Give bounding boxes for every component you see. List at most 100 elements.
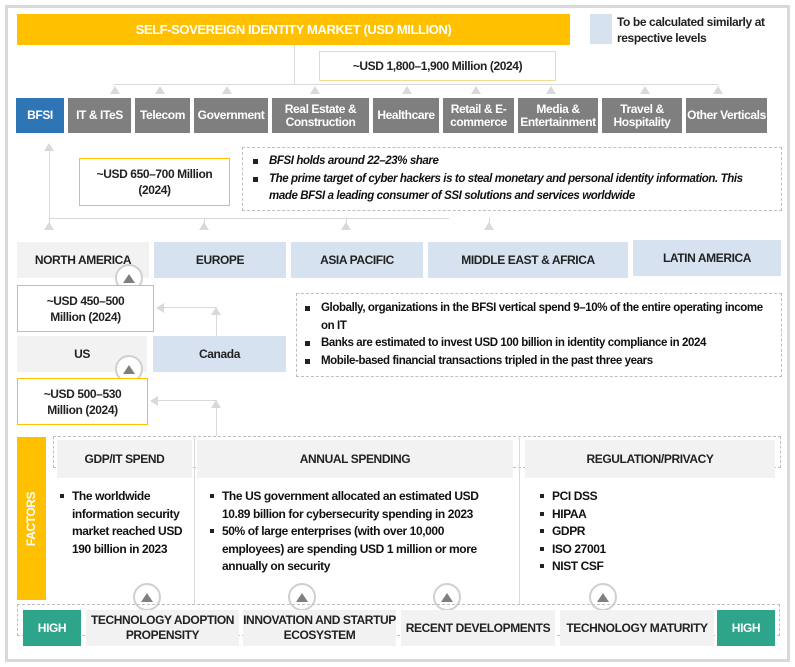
region-middle-east-africa[interactable]: MIDDLE EAST & AFRICA — [428, 242, 628, 278]
region-label: MIDDLE EAST & AFRICA — [461, 253, 595, 267]
column-divider — [194, 436, 195, 604]
factor-heading: GDP/IT SPEND — [84, 452, 165, 466]
factor-bullet: NIST CSF — [538, 558, 738, 576]
arrow-up-icon — [402, 86, 412, 94]
na-value-line1: ~USD 450–500 — [46, 293, 125, 308]
vertical-government[interactable]: Government — [194, 98, 268, 133]
factor-bullet: GDPR — [538, 523, 738, 541]
vertical-label: Healthcare — [377, 108, 435, 122]
arrow-up-icon — [471, 86, 481, 94]
factors-label-bar: FACTORS — [17, 437, 46, 600]
legend-text: To be calculated similarly at respective… — [617, 15, 765, 45]
connector-line — [49, 150, 50, 228]
factor-bullet: ISO 27001 — [538, 541, 738, 559]
vertical-healthcare[interactable]: Healthcare — [373, 98, 439, 133]
vertical-media[interactable]: Media & Entertainment — [518, 98, 598, 133]
bottom-item-label: INNOVATION AND STARTUP ECOSYSTEM — [243, 613, 396, 642]
connector-line — [216, 315, 217, 337]
region-label: NORTH AMERICA — [34, 253, 132, 267]
total-market-value: ~USD 1,800–1,900 Million (2024) — [352, 59, 523, 73]
vertical-travel[interactable]: Travel & Hospitality — [602, 98, 682, 133]
arrow-up-icon — [310, 86, 320, 94]
vertical-label: Telecom — [140, 108, 185, 122]
bfsi-notes: BFSI holds around 22–23% share The prime… — [242, 147, 782, 211]
factor-heading: REGULATION/PRIVACY — [586, 452, 714, 466]
bfsi-note: The prime target of cyber hackers is to … — [247, 171, 773, 206]
connector-line — [49, 218, 449, 219]
arrow-up-icon — [211, 400, 221, 408]
factor-bullet: PCI DSS — [538, 488, 738, 506]
vertical-label: BFSI — [27, 108, 53, 122]
bottom-item-label: RECENT DEVELOPMENTS — [405, 620, 551, 635]
na-note: Banks are estimated to invest USD 100 bi… — [299, 335, 773, 353]
high-badge-right: HIGH — [717, 610, 775, 646]
connector-line — [346, 218, 347, 228]
vertical-label: Real Estate & Construction — [284, 101, 357, 129]
north-america-notes: Globally, organizations in the BFSI vert… — [296, 293, 782, 377]
us-value-box: ~USD 500–530 Million (2024) — [17, 378, 148, 425]
vertical-bfsi[interactable]: BFSI — [16, 98, 64, 133]
factor-body-regulation: PCI DSS HIPAA GDPR ISO 27001 NIST CSF — [538, 488, 738, 576]
bfsi-value-line2: (2024) — [138, 183, 171, 197]
badge-label: HIGH — [37, 620, 67, 635]
vertical-label: IT & ITeS — [76, 108, 123, 122]
region-label: ASIA PACIFIC — [320, 253, 394, 267]
arrow-up-icon — [211, 307, 221, 315]
connector-line — [204, 218, 205, 228]
arrow-up-icon — [110, 86, 120, 94]
bottom-item-label: TECHNOLOGY ADOPTION PROPENSITY — [90, 613, 235, 642]
factor-heading: ANNUAL SPENDING — [299, 452, 411, 466]
arrow-up-icon — [546, 86, 556, 94]
factor-body-annual-spending: The US government allocated an estimated… — [208, 488, 508, 576]
na-note: Globally, organizations in the BFSI vert… — [299, 300, 773, 335]
us-value-line1: ~USD 500–530 — [43, 386, 122, 401]
factor-bullet: The worldwide information security marke… — [58, 488, 192, 558]
total-market-value-box: ~USD 1,800–1,900 Million (2024) — [319, 51, 556, 81]
column-divider — [519, 436, 520, 604]
factor-bullet: HIPAA — [538, 506, 738, 524]
factor-body-gdp: The worldwide information security marke… — [58, 488, 192, 558]
market-title: SELF-SOVEREIGN IDENTITY MARKET (USD MILL… — [135, 22, 452, 37]
arrow-up-icon — [222, 86, 232, 94]
arrow-left-icon — [150, 396, 158, 406]
connector-line — [163, 307, 217, 308]
connector-line — [157, 400, 217, 401]
bottom-item-tech-maturity: TECHNOLOGY MATURITY — [560, 610, 714, 646]
bfsi-value-line1: ~USD 650–700 Million — [96, 167, 213, 181]
bottom-item-recent-developments: RECENT DEVELOPMENTS — [401, 610, 555, 646]
vertical-retail[interactable]: Retail & E-commerce — [443, 98, 514, 133]
factor-bullet: 50% of large enterprises (with over 10,0… — [208, 523, 508, 576]
vertical-other[interactable]: Other Verticals — [686, 98, 767, 133]
country-canada[interactable]: Canada — [153, 336, 286, 372]
market-title-bar: SELF-SOVEREIGN IDENTITY MARKET (USD MILL… — [17, 14, 570, 45]
connector-line — [114, 84, 718, 85]
factor-heading-annual-spending: ANNUAL SPENDING — [197, 440, 513, 478]
connector-line — [489, 218, 490, 228]
bottom-item-tech-adoption: TECHNOLOGY ADOPTION PROPENSITY — [86, 610, 239, 646]
legend-swatch — [590, 14, 612, 44]
arrow-up-icon — [155, 86, 165, 94]
high-badge-left: HIGH — [23, 610, 81, 646]
badge-label: HIGH — [731, 620, 761, 635]
region-asia-pacific[interactable]: ASIA PACIFIC — [291, 242, 423, 278]
na-note: Mobile-based financial transactions trip… — [299, 353, 773, 371]
region-europe[interactable]: EUROPE — [154, 242, 286, 278]
vertical-telecom[interactable]: Telecom — [135, 98, 190, 133]
bottom-item-label: TECHNOLOGY MATURITY — [566, 620, 708, 635]
region-latin-america[interactable]: LATIN AMERICA — [633, 240, 781, 276]
bfsi-note: BFSI holds around 22–23% share — [247, 153, 773, 171]
us-value-line2: Million (2024) — [47, 402, 118, 417]
factor-heading-gdp: GDP/IT SPEND — [57, 440, 192, 478]
connector-line — [216, 408, 217, 436]
factors-label: FACTORS — [24, 491, 39, 546]
country-label: Canada — [199, 347, 240, 361]
vertical-real-estate[interactable]: Real Estate & Construction — [272, 98, 369, 133]
na-value-line2: Million (2024) — [50, 309, 121, 324]
arrow-left-icon — [156, 303, 164, 313]
vertical-label: Other Verticals — [687, 108, 766, 122]
vertical-label: Media & Entertainment — [520, 101, 596, 129]
vertical-it-ites[interactable]: IT & ITeS — [68, 98, 131, 133]
arrow-up-icon — [713, 86, 723, 94]
arrow-up-icon — [44, 222, 54, 230]
bfsi-value-box: ~USD 650–700 Million (2024) — [79, 158, 230, 206]
